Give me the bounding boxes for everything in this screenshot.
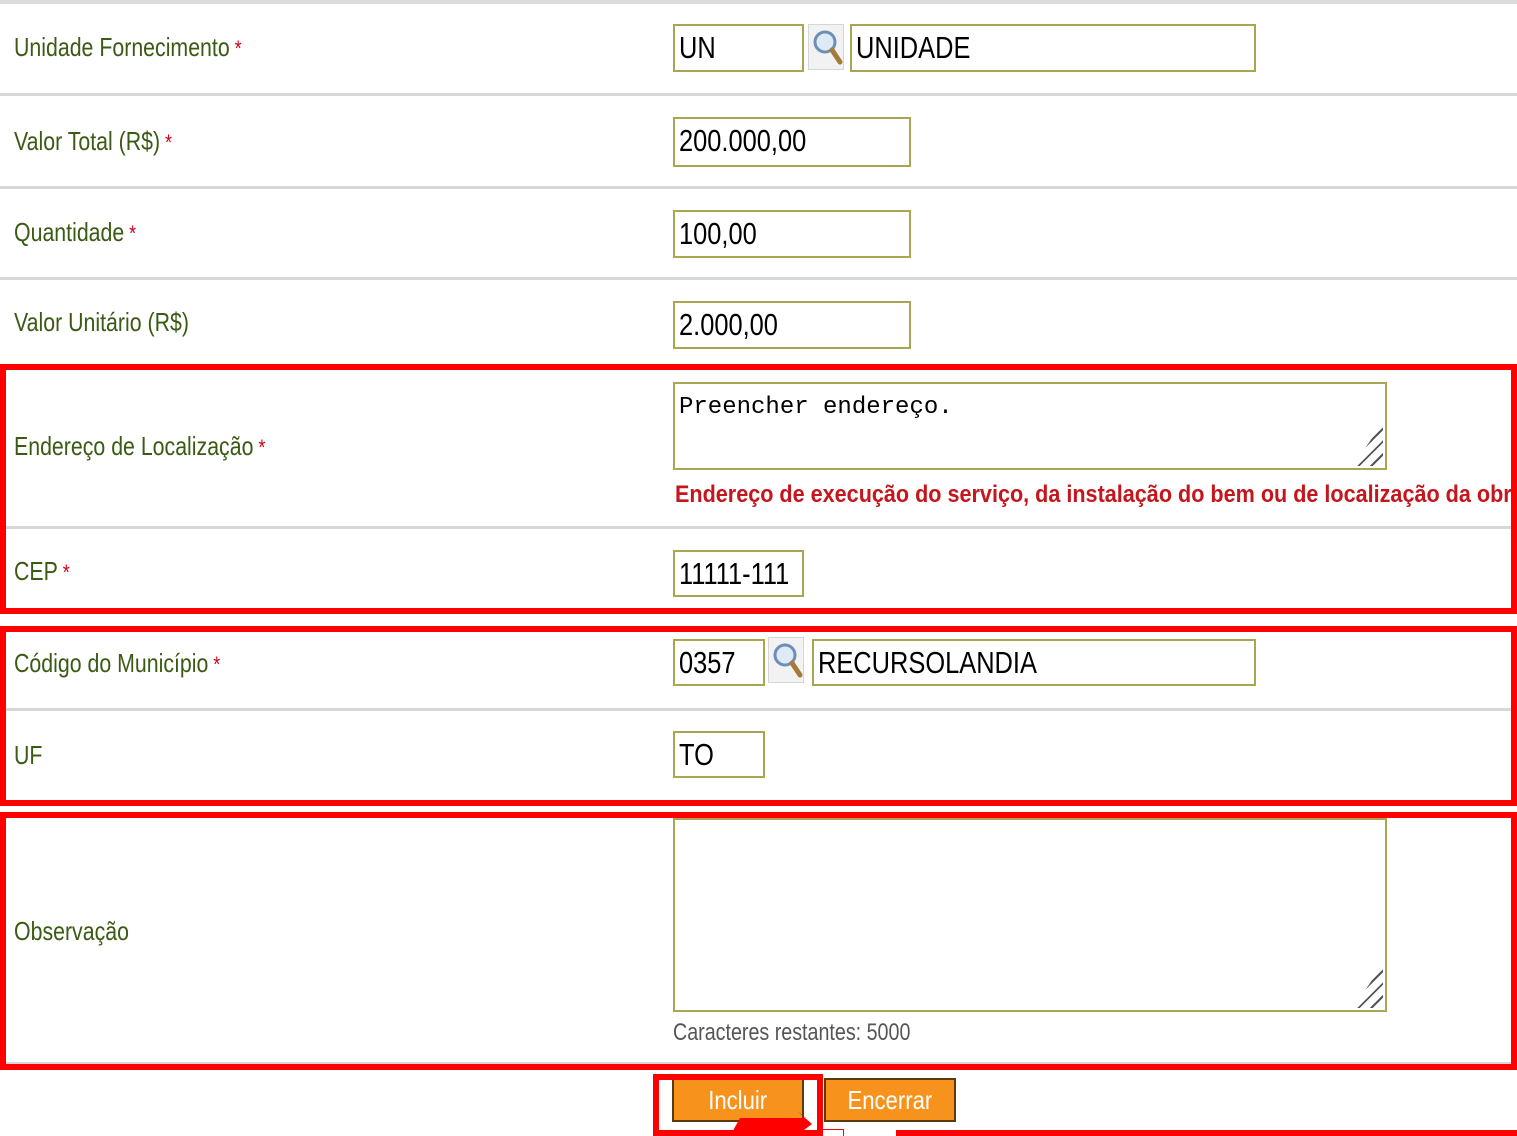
unidade-code-value: UN [679, 30, 716, 65]
unidade-description-input[interactable]: UNIDADE [850, 24, 1256, 72]
quantidade-label-text: Quantidade [14, 217, 125, 247]
highlight-address-box [0, 364, 1517, 614]
unidade-code-input[interactable]: UN [673, 24, 804, 72]
valor-unitario-label-text: Valor Unitário (R$) [14, 307, 189, 337]
valor-total-label: Valor Total (R$) * [14, 126, 172, 157]
unidade-fornecimento-label-text: Unidade Fornecimento [14, 32, 230, 62]
highlight-partial-edge [822, 1129, 844, 1136]
quantidade-value: 100,00 [679, 216, 757, 251]
quantidade-label: Quantidade * [14, 217, 136, 248]
quantidade-input[interactable]: 100,00 [673, 210, 911, 258]
row-divider [0, 93, 1517, 96]
row-divider [0, 277, 1517, 280]
valor-unitario-label: Valor Unitário (R$) [14, 307, 189, 338]
encerrar-button[interactable]: Encerrar [824, 1078, 956, 1122]
unidade-lookup-button[interactable] [808, 24, 844, 70]
valor-total-label-text: Valor Total (R$) [14, 126, 161, 156]
top-divider [0, 0, 1517, 4]
valor-total-value: 200.000,00 [679, 123, 807, 158]
encerrar-button-label: Encerrar [847, 1085, 933, 1115]
magnifier-search-icon [813, 30, 843, 65]
required-marker: * [234, 36, 242, 61]
valor-unitario-input[interactable]: 2.000,00 [673, 301, 911, 349]
row-divider [0, 186, 1517, 189]
highlight-partial-edge [896, 1130, 1517, 1136]
highlight-observacao-box [0, 812, 1517, 1070]
required-marker: * [165, 130, 173, 155]
unidade-fornecimento-label: Unidade Fornecimento * [14, 32, 242, 63]
highlight-municipio-box [0, 626, 1517, 806]
valor-unitario-value: 2.000,00 [679, 307, 778, 342]
unidade-description-value: UNIDADE [856, 30, 971, 65]
valor-total-input[interactable]: 200.000,00 [673, 117, 911, 167]
red-arrow-icon [730, 1110, 812, 1136]
required-marker: * [129, 221, 137, 246]
